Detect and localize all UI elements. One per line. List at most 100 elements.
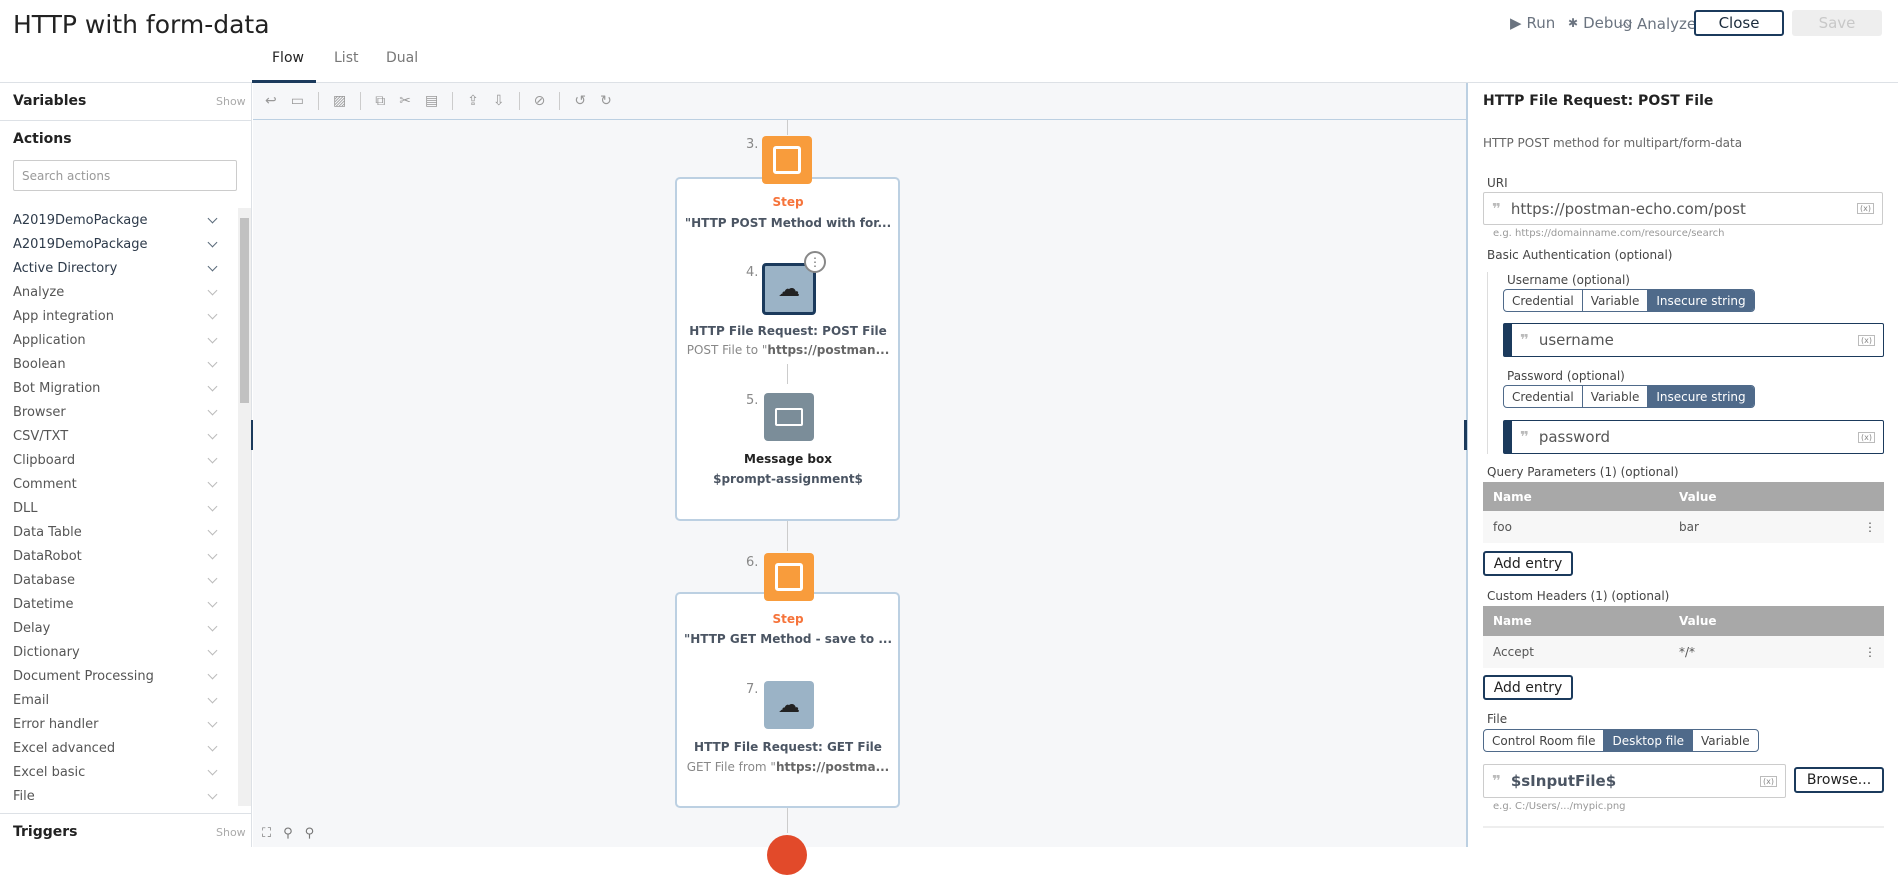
chevron-down-icon [207,693,218,703]
action-category[interactable]: Active Directory [0,256,238,280]
cut-icon[interactable]: ✂ [399,93,411,109]
action-category[interactable]: Analyze [0,280,238,304]
action-category[interactable]: Application [0,328,238,352]
browse-button[interactable]: Browse... [1794,767,1884,793]
option-control-room-file[interactable]: Control Room file [1484,730,1605,751]
chevron-down-icon [207,381,218,391]
option-variable[interactable]: Variable [1693,730,1758,751]
panel-title: HTTP File Request: POST File [1483,93,1714,109]
record-icon[interactable]: ▭ [291,93,304,109]
copy-icon[interactable]: ⧉ [375,93,385,109]
redo-arrow-icon[interactable]: ↩ [265,93,277,109]
action-category[interactable]: DLL [0,496,238,520]
undo-icon[interactable]: ↺ [574,93,586,109]
table-row[interactable]: foo bar ⋮ [1483,511,1884,543]
add-header-entry-button[interactable]: Add entry [1483,675,1573,700]
table-row[interactable]: Accept */* ⋮ [1483,636,1884,668]
variable-insert-icon[interactable]: (x) [1857,203,1874,214]
variables-show-link[interactable]: Show [216,95,246,108]
row-menu-icon[interactable]: ⋮ [1864,520,1876,534]
action-category[interactable]: Data Table [0,520,238,544]
option-credential[interactable]: Credential [1504,290,1583,311]
category-label: CSV/TXT [13,428,69,444]
action-category[interactable]: Delay [0,616,238,640]
group-line [1487,272,1488,454]
password-input[interactable]: ❞ password (x) [1503,420,1884,454]
action-category[interactable]: A2019DemoPackage [0,232,238,256]
file-type-selector: Control Room file Desktop file Variable [1483,729,1759,752]
action-category[interactable]: Email [0,688,238,712]
add-query-entry-button[interactable]: Add entry [1483,551,1573,576]
username-input[interactable]: ❞ username (x) [1503,323,1884,357]
tab-list[interactable]: List [330,50,362,66]
action-category[interactable]: Clipboard [0,448,238,472]
category-label: Browser [13,404,66,420]
chevron-down-icon [207,669,218,679]
option-insecure-string[interactable]: Insecure string [1648,386,1754,407]
more-options-icon[interactable]: ⋮ [804,251,826,273]
variable-insert-icon[interactable]: (x) [1760,775,1777,787]
action-category[interactable]: Error handler [0,712,238,736]
export-icon[interactable]: ⇪ [467,93,479,109]
row-menu-icon[interactable]: ⋮ [1864,645,1876,659]
action-category[interactable]: A2019DemoPackage [0,208,238,232]
chevron-down-icon [207,621,218,631]
import-icon[interactable]: ⇩ [493,93,505,109]
zoom-in-icon[interactable]: ⚲ [305,826,315,841]
action-category[interactable]: Bot Migration [0,376,238,400]
option-desktop-file[interactable]: Desktop file [1604,730,1694,751]
chevron-down-icon [207,309,218,319]
action-category[interactable]: Datetime [0,592,238,616]
action-category[interactable]: Boolean [0,352,238,376]
action-category[interactable]: Excel advanced [0,736,238,760]
action-category[interactable]: File [0,784,238,808]
panel-description: HTTP POST method for multipart/form-data [1483,136,1743,150]
end-node-icon[interactable] [767,835,807,875]
category-label: Clipboard [13,452,76,468]
search-actions-input[interactable]: Search actions [13,160,237,191]
save-button[interactable]: Save [1792,10,1882,36]
tab-dual[interactable]: Dual [382,50,422,66]
paste-icon[interactable]: ▤ [425,93,438,109]
variable-insert-icon[interactable]: (x) [1858,431,1875,443]
panel-resize-handle[interactable] [1464,420,1467,450]
chevron-down-icon [207,549,218,559]
disable-icon[interactable]: ⊘ [534,93,546,109]
category-label: Excel basic [13,764,86,780]
triggers-show-link[interactable]: Show [216,826,246,839]
action-category[interactable]: Comment [0,472,238,496]
file-path-input[interactable]: ❞ $sInputFile$ (x) [1483,764,1786,798]
option-variable[interactable]: Variable [1583,386,1649,407]
action-category[interactable]: Database [0,568,238,592]
option-insecure-string[interactable]: Insecure string [1648,290,1754,311]
actions-heading: Actions [13,131,72,147]
action-category[interactable]: Excel basic [0,760,238,784]
step-icon[interactable] [762,136,812,184]
uri-input[interactable]: ❞ https://postman-echo.com/post (x) [1483,192,1883,225]
action-category[interactable]: DataRobot [0,544,238,568]
chevron-down-icon [207,789,218,799]
tab-flow[interactable]: Flow [268,50,308,66]
variable-insert-icon[interactable]: (x) [1858,334,1875,346]
action-category[interactable]: Document Processing [0,664,238,688]
action-category[interactable]: Dictionary [0,640,238,664]
redo-icon[interactable]: ↻ [600,93,612,109]
option-credential[interactable]: Credential [1504,386,1583,407]
analyze-button[interactable]: 〰 Analyze [1619,14,1696,34]
image-icon[interactable]: ▨ [333,93,346,109]
action-category[interactable]: Browser [0,400,238,424]
scrollbar-thumb[interactable] [240,218,249,403]
chevron-down-icon [207,453,218,463]
cloud-download-icon[interactable]: ☁ [764,681,814,729]
action-category[interactable]: App integration [0,304,238,328]
action-category[interactable]: CSV/TXT [0,424,238,448]
category-label: Document Processing [13,668,154,684]
headers-table-header: Name Value [1483,606,1884,636]
zoom-out-icon[interactable]: ⚲ [283,826,293,841]
run-button[interactable]: ▶ Run [1510,14,1555,32]
close-button[interactable]: Close [1694,10,1784,36]
fit-screen-icon[interactable]: ⛶ [262,826,271,841]
option-variable[interactable]: Variable [1583,290,1649,311]
step-icon[interactable] [764,553,814,601]
message-box-icon[interactable] [764,393,814,441]
